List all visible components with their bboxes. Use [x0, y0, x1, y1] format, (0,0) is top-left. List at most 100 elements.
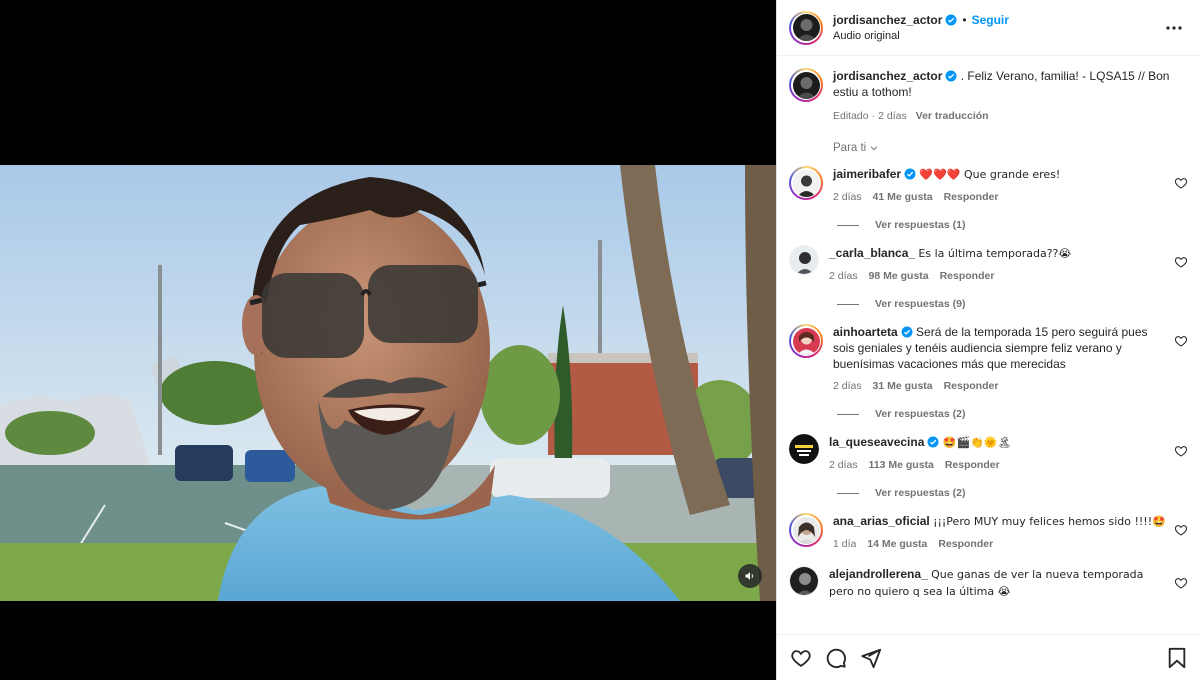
comment-time[interactable]: 1 día: [833, 538, 856, 550]
reply-button[interactable]: Responder: [940, 270, 995, 282]
comment-body: _carla_blanca_ Es la última temporada??😭…: [829, 245, 1188, 284]
comment-gap: [789, 552, 1188, 566]
video-still-frame: [0, 165, 776, 601]
comment-text: 🤩🎬👏🌞🏝: [942, 436, 1012, 449]
replies-divider: [837, 492, 859, 494]
caption-author-avatar[interactable]: [789, 68, 823, 102]
heart-icon[interactable]: [1174, 444, 1188, 458]
comment-meta: 2 días 98 Me gusta Responder: [829, 268, 1166, 284]
comment-item: ana_arias_oficial ¡¡¡Pero MUY muy felice…: [789, 513, 1188, 552]
mute-button[interactable]: [738, 564, 762, 588]
avatar-image: [792, 327, 820, 355]
comment-icon: [826, 648, 846, 668]
comment-likes[interactable]: 98 Me gusta: [869, 270, 929, 282]
comment-sort-label: Para ti: [833, 142, 867, 154]
video-player[interactable]: [0, 165, 776, 601]
comment-body: ana_arias_oficial ¡¡¡Pero MUY muy felice…: [833, 513, 1188, 552]
follow-button[interactable]: Seguir: [972, 13, 1009, 27]
comment-username[interactable]: alejandrollerena_: [829, 567, 928, 581]
comment-meta: 1 día 14 Me gusta Responder: [833, 536, 1166, 552]
heart-icon[interactable]: [1174, 576, 1188, 590]
comment-item: jaimeribafer ❤️❤️❤️ Que grande eres! 2 d…: [789, 166, 1188, 205]
comment-username[interactable]: _carla_blanca_: [829, 246, 915, 260]
reply-button[interactable]: Responder: [944, 380, 999, 392]
heart-icon: [791, 649, 811, 667]
replies-divider: [837, 224, 859, 226]
comment-item: alejandrollerena_ Que ganas de ver la nu…: [789, 566, 1188, 600]
translate-link[interactable]: Ver traducción: [916, 110, 989, 122]
comment-time[interactable]: 2 días: [829, 459, 858, 471]
post-side-panel: jordisanchez_actor • Seguir Audio origin…: [776, 0, 1200, 680]
author-info: jordisanchez_actor • Seguir Audio origin…: [833, 13, 1162, 42]
avatar-image: [789, 434, 819, 464]
replies-divider: [837, 413, 859, 415]
comment-button[interactable]: [824, 646, 848, 670]
comment-username[interactable]: ainhoarteta: [833, 325, 898, 339]
post-caption: jordisanchez_actor . Feliz Verano, famil…: [789, 68, 1188, 124]
chevron-down-icon: [870, 146, 878, 151]
comment-likes[interactable]: 14 Me gusta: [867, 538, 927, 550]
avatar-image: [790, 567, 818, 595]
view-replies-button[interactable]: Ver respuestas (9): [837, 298, 965, 310]
comment-time[interactable]: 2 días: [833, 380, 862, 392]
comment-sort-dropdown[interactable]: Para ti: [833, 142, 879, 154]
comment-username[interactable]: la_queseavecina: [829, 435, 924, 449]
post-action-bar: [777, 634, 1200, 680]
comment-avatar[interactable]: [789, 513, 823, 547]
comment-item: _carla_blanca_ Es la última temporada??😭…: [789, 245, 1188, 284]
comment-meta: 2 días 31 Me gusta Responder: [833, 378, 1166, 394]
comments-scroll-area[interactable]: jordisanchez_actor . Feliz Verano, famil…: [777, 56, 1200, 634]
comment-time[interactable]: 2 días: [829, 270, 858, 282]
more-options-button[interactable]: [1162, 16, 1186, 40]
reply-button[interactable]: Responder: [944, 191, 999, 203]
avatar-image: [792, 71, 820, 99]
comment-avatar[interactable]: [789, 434, 819, 464]
paper-plane-icon: [861, 648, 882, 668]
caption-username[interactable]: jordisanchez_actor: [833, 69, 942, 83]
caption-body: jordisanchez_actor . Feliz Verano, famil…: [833, 68, 1188, 124]
video-panel[interactable]: [0, 0, 776, 680]
caption-time[interactable]: 2 días: [878, 110, 907, 122]
reply-button[interactable]: Responder: [945, 459, 1000, 471]
author-avatar[interactable]: [789, 10, 823, 45]
comment-avatar[interactable]: [789, 324, 823, 358]
share-button[interactable]: [859, 646, 883, 670]
view-replies-button[interactable]: Ver respuestas (2): [837, 408, 965, 420]
author-username[interactable]: jordisanchez_actor: [833, 13, 942, 27]
heart-icon[interactable]: [1174, 523, 1188, 537]
comment-time[interactable]: 2 días: [833, 191, 862, 203]
comment-avatar[interactable]: [789, 166, 823, 200]
audio-label[interactable]: Audio original: [833, 30, 1162, 42]
comment-item: ainhoarteta Será de la temporada 15 pero…: [789, 324, 1188, 394]
heart-icon[interactable]: [1174, 176, 1188, 190]
avatar-image: [792, 516, 820, 544]
reply-button[interactable]: Responder: [938, 538, 993, 550]
verified-badge-icon: [945, 14, 957, 26]
comment-body: ainhoarteta Será de la temporada 15 pero…: [833, 324, 1188, 394]
view-replies-button[interactable]: Ver respuestas (2): [837, 487, 965, 499]
heart-icon[interactable]: [1174, 334, 1188, 348]
comment-likes[interactable]: 113 Me gusta: [869, 459, 934, 471]
view-replies-label: Ver respuestas (1): [875, 219, 966, 231]
edited-label: Editado: [833, 110, 869, 122]
comment-likes[interactable]: 31 Me gusta: [873, 380, 933, 392]
instagram-post-viewer: jordisanchez_actor • Seguir Audio origin…: [0, 0, 1200, 680]
comment-avatar[interactable]: [789, 245, 819, 275]
heart-icon[interactable]: [1174, 255, 1188, 269]
like-button[interactable]: [789, 646, 813, 670]
comment-username[interactable]: ana_arias_oficial: [833, 514, 930, 528]
comment-avatar[interactable]: [789, 566, 819, 596]
comment-meta: 2 días 113 Me gusta Responder: [829, 457, 1166, 473]
comment-body: jaimeribafer ❤️❤️❤️ Que grande eres! 2 d…: [833, 166, 1188, 205]
save-button[interactable]: [1165, 646, 1189, 670]
view-replies-button[interactable]: Ver respuestas (1): [837, 219, 965, 231]
comment-username[interactable]: jaimeribafer: [833, 167, 901, 181]
view-replies-label: Ver respuestas (9): [875, 298, 966, 310]
comment-body: alejandrollerena_ Que ganas de ver la nu…: [829, 566, 1188, 600]
comment-item: la_queseavecina 🤩🎬👏🌞🏝 2 días 113 Me gust…: [789, 434, 1188, 473]
avatar-image: [790, 246, 818, 274]
comment-likes[interactable]: 41 Me gusta: [873, 191, 933, 203]
verified-badge-icon: [901, 326, 913, 338]
post-header: jordisanchez_actor • Seguir Audio origin…: [777, 0, 1200, 56]
comment-text: ¡¡¡Pero MUY muy felices hemos sido !!!!🤩: [933, 515, 1166, 528]
